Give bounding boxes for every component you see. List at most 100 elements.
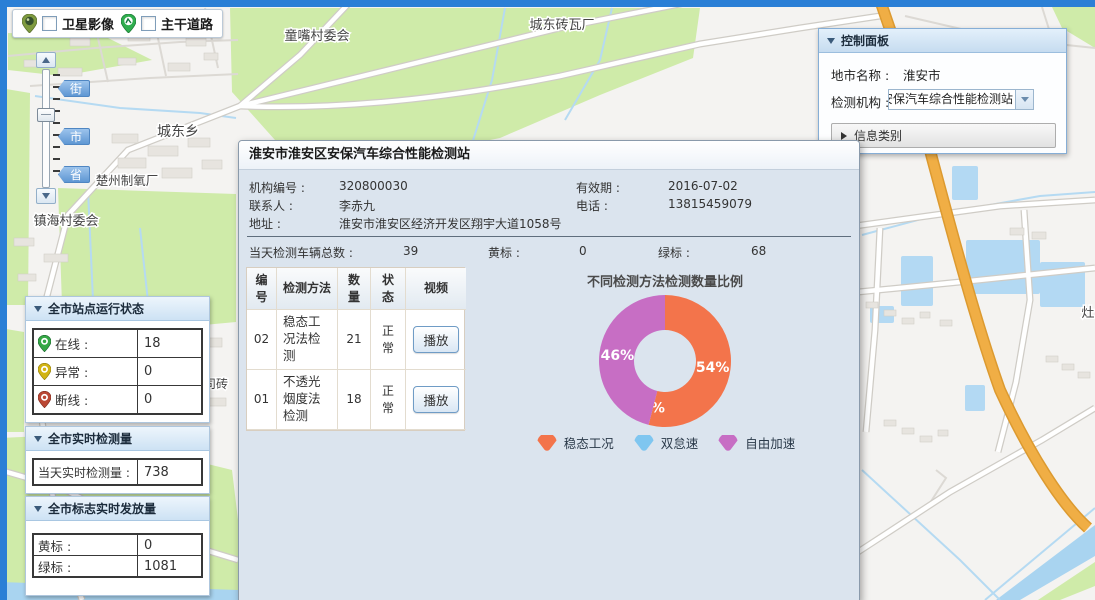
app-frame-top [0, 0, 1095, 7]
valid-value: 2016-07-02 [668, 179, 738, 193]
badge-issue-panel: 全市标志实时发放量 黄标 : 0 绿标 : 1081 [25, 496, 210, 596]
green-badge-label: 绿标 : [34, 556, 138, 576]
yellow-badge-label: 黄标 : [34, 535, 138, 555]
map-label: 镇海村委会 [33, 214, 98, 229]
table-row: 黄标 : 0 [34, 535, 201, 555]
zoom-out-arrow-icon [42, 193, 50, 199]
realtime-count-label: 当天实时检测量 : [34, 460, 138, 484]
legend-item[interactable]: 双怠速 [632, 433, 699, 452]
map-label: 灶 [1081, 306, 1094, 321]
realtime-count-panel-header[interactable]: 全市实时检测量 [26, 427, 209, 451]
table-row: 断线 : 0 [34, 385, 201, 413]
play-video-button[interactable]: 播放 [413, 386, 458, 413]
play-video-button[interactable]: 播放 [413, 326, 458, 353]
valid-label: 有效期 : [576, 179, 620, 196]
yellow-badge-value: 0 [138, 535, 201, 555]
roads-layer-checkbox[interactable] [141, 16, 156, 31]
zoom-slider-handle[interactable] [37, 108, 55, 122]
zoom-in-arrow-icon [42, 57, 50, 63]
total-vehicles-value: 39 [403, 244, 418, 258]
collapse-arrow-icon [827, 38, 835, 44]
roads-layer-label: 主干道路 [161, 14, 213, 33]
satellite-layer-checkbox[interactable] [42, 16, 57, 31]
cell-method: 不透光烟度法检测 [277, 370, 338, 430]
detection-method-table: 编号 检测方法 数量 状态 视频 02 稳态工况法检测 21 正常 播放 01 … [246, 267, 465, 431]
badge-issue-panel-header[interactable]: 全市标志实时发放量 [26, 497, 209, 521]
legend-label: 双怠速 [661, 433, 699, 452]
org-select-label: 检测机构 : [831, 92, 889, 111]
badge-issue-table: 黄标 : 0 绿标 : 1081 [32, 533, 203, 578]
layer-item-roads: 主干道路 [121, 14, 213, 33]
roads-pin-icon [121, 14, 136, 33]
table-row: 当天实时检测量 : 738 [34, 460, 201, 484]
zoom-slider-track[interactable] [42, 69, 50, 188]
org-select-dropdown-button[interactable] [1015, 90, 1033, 109]
donut-chart[interactable]: 54%0%46% [569, 291, 769, 441]
column-header: 编号 [247, 268, 277, 310]
cell-no: 01 [247, 370, 277, 430]
map-label: 城东砖瓦厂 [529, 18, 594, 33]
phone-value: 13815459079 [668, 197, 752, 211]
cell-method: 稳态工况法检测 [277, 310, 338, 370]
zoom-out-button[interactable] [36, 188, 56, 204]
org-select[interactable]: 安保汽车综合性能检测站 [888, 89, 1034, 110]
phone-label: 电话 : [576, 197, 608, 214]
legend-item[interactable]: 自由加速 [716, 433, 795, 452]
donut-percent-label: 54% [696, 360, 730, 376]
station-status-table: 在线 : 18 异常 : 0 [32, 328, 203, 415]
cell-status: 正常 [371, 370, 406, 430]
contact-value: 李赤九 [339, 197, 375, 214]
realtime-count-value: 738 [138, 460, 201, 484]
zoom-in-button[interactable] [36, 52, 56, 68]
address-value: 淮安市淮安区经济开发区翔宇大道1058号 [339, 215, 562, 232]
zoom-level-city[interactable]: 市 [58, 128, 90, 145]
contact-label: 联系人 : [249, 197, 293, 214]
legend-label: 自由加速 [745, 433, 795, 452]
cell-count: 21 [338, 310, 371, 370]
zoom-level-province[interactable]: 省 [58, 166, 90, 183]
zoom-slider-ticks [53, 74, 60, 182]
divider [247, 236, 851, 237]
offline-value: 0 [138, 386, 201, 413]
column-header: 检测方法 [277, 268, 338, 310]
yellow-label: 黄标 : [488, 244, 520, 261]
info-category-bar[interactable]: 信息类别 [831, 123, 1056, 148]
legend-swatch-icon [716, 435, 740, 451]
control-panel-header[interactable]: 控制面板 [819, 29, 1066, 53]
map-layer-toggle-box: 卫星影像 主干道路 [12, 9, 223, 38]
org-no-label: 机构编号 : [249, 179, 305, 196]
chart-legend: 稳态工况 双怠速 自由加速 [485, 433, 845, 452]
offline-pin-icon [38, 391, 51, 408]
legend-item[interactable]: 稳态工况 [535, 433, 614, 452]
legend-swatch-icon [535, 435, 559, 451]
column-header: 数量 [338, 268, 371, 310]
green-label: 绿标 : [658, 244, 690, 261]
green-badge-value: 1081 [138, 556, 201, 576]
yellow-value: 0 [579, 244, 587, 258]
chevron-down-icon [1021, 97, 1029, 102]
org-select-value: 安保汽车综合性能检测站 [889, 90, 1015, 109]
table-row: 在线 : 18 [34, 330, 201, 357]
donut-percent-label: 46% [601, 348, 635, 364]
map-zoom-control: 街 市 省 [33, 52, 95, 207]
column-header: 视频 [406, 268, 466, 310]
city-label: 地市名称 : [831, 65, 889, 84]
map-label: 楚州制氧厂 [96, 173, 159, 188]
green-value: 68 [751, 244, 766, 258]
table-row: 绿标 : 1081 [34, 555, 201, 576]
abnormal-pin-icon [38, 363, 51, 380]
abnormal-label: 异常 : [55, 362, 88, 381]
legend-swatch-icon [632, 435, 656, 451]
popup-title: 淮安市淮安区安保汽车综合性能检测站 [239, 141, 859, 170]
total-vehicles-label: 当天检测车辆总数 : [249, 244, 353, 261]
control-panel-title: 控制面板 [841, 32, 889, 49]
offline-label: 断线 : [55, 390, 88, 409]
info-category-label: 信息类别 [854, 127, 902, 144]
chart-title: 不同检测方法检测数量比例 [485, 271, 845, 290]
station-status-panel: 全市站点运行状态 在线 : 18 异 [25, 296, 210, 423]
address-label: 地址 : [249, 215, 281, 232]
online-label: 在线 : [55, 334, 88, 353]
zoom-level-street[interactable]: 街 [58, 80, 90, 97]
collapse-arrow-icon [34, 506, 42, 512]
station-status-panel-header[interactable]: 全市站点运行状态 [26, 297, 209, 321]
